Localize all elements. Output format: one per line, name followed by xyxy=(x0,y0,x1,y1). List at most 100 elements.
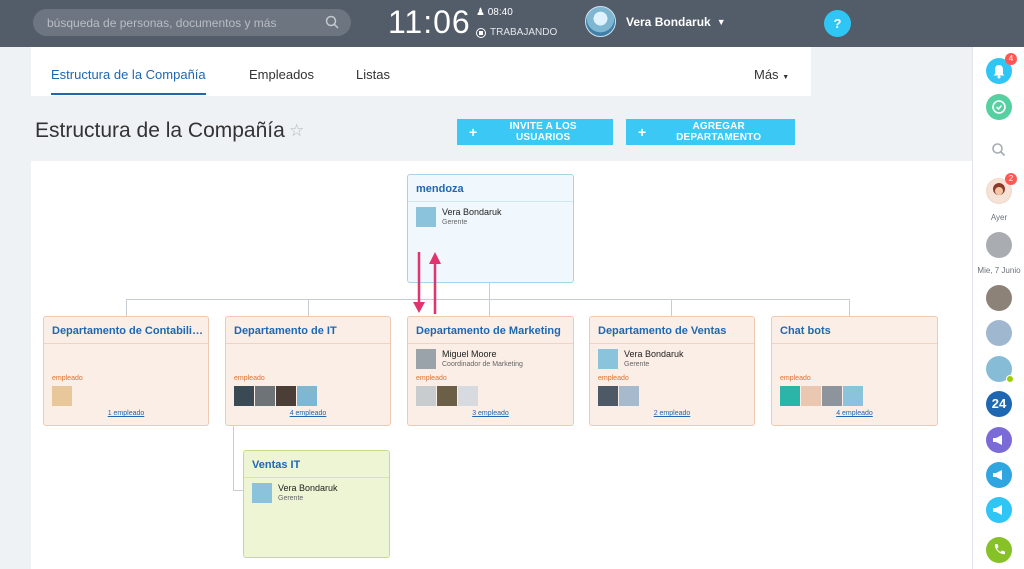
avatar[interactable] xyxy=(437,386,457,406)
head-name: Vera Bondaruk xyxy=(624,349,684,359)
add-department-label: AGREGAR DEPARTAMENTO xyxy=(676,121,762,143)
connector-line xyxy=(308,299,309,316)
divider xyxy=(244,477,389,478)
department-title[interactable]: Departamento de Contabilidad xyxy=(52,325,204,337)
head-role: Gerente xyxy=(442,219,468,226)
work-status[interactable]: TRABAJANDO xyxy=(476,27,557,38)
divider xyxy=(44,343,208,344)
avatar[interactable] xyxy=(458,386,478,406)
search-input[interactable] xyxy=(47,9,317,36)
avatar xyxy=(252,483,272,503)
department-title[interactable]: Departamento de IT xyxy=(234,325,337,337)
department-card-ventas-it[interactable]: Ventas IT Vera Bondaruk Gerente xyxy=(243,450,390,558)
employee-count-link[interactable]: 3 empleado xyxy=(408,410,573,417)
department-title[interactable]: Departamento de Marketing xyxy=(416,325,561,337)
avatar[interactable] xyxy=(52,386,72,406)
department-title[interactable]: mendoza xyxy=(416,183,464,195)
connector-line xyxy=(233,490,243,491)
brand-24-icon[interactable]: 24 xyxy=(986,391,1012,417)
department-card-marketing[interactable]: Departamento de Marketing Miguel Moore C… xyxy=(407,316,574,426)
contact-avatar[interactable] xyxy=(986,232,1012,258)
avatar[interactable] xyxy=(843,386,863,406)
avatar[interactable] xyxy=(297,386,317,406)
connector-line xyxy=(233,425,234,491)
search-icon[interactable] xyxy=(325,15,339,29)
department-title[interactable]: Chat bots xyxy=(780,325,831,337)
bot-icon[interactable] xyxy=(780,386,800,406)
head-role: Coordinador de Marketing xyxy=(442,361,523,368)
megaphone-icon[interactable] xyxy=(986,497,1012,523)
clock-time[interactable]: 11:06 xyxy=(388,4,471,41)
tab-bar: Estructura de la Compañía Empleados List… xyxy=(31,47,811,96)
head-name: Vera Bondaruk xyxy=(442,207,502,217)
divider xyxy=(408,201,573,202)
add-department-button[interactable]: + AGREGAR DEPARTAMENTO xyxy=(626,119,795,145)
user-menu[interactable]: Vera Bondaruk ▼ xyxy=(585,6,726,37)
employee-avatars xyxy=(52,386,72,406)
avatar xyxy=(585,6,616,37)
department-head[interactable]: Vera Bondaruk Gerente xyxy=(252,483,338,503)
avatar[interactable] xyxy=(801,386,821,406)
avatar[interactable] xyxy=(234,386,254,406)
head-role: Gerente xyxy=(278,495,304,502)
tab-lists[interactable]: Listas xyxy=(356,67,390,82)
star-icon[interactable]: ☆ xyxy=(289,121,304,141)
employee-count-link[interactable]: 4 empleado xyxy=(226,410,390,417)
contact-avatar[interactable] xyxy=(986,285,1012,311)
contact-avatar[interactable]: 2 xyxy=(986,173,1017,204)
employee-count-link[interactable]: 4 empleado xyxy=(772,410,937,417)
chat-badge: 2 xyxy=(1005,173,1017,185)
department-title[interactable]: Departamento de Ventas xyxy=(598,325,726,337)
avatar[interactable] xyxy=(255,386,275,406)
bell-icon[interactable]: 4 xyxy=(986,53,1017,84)
department-title[interactable]: Ventas IT xyxy=(252,459,300,471)
megaphone-icon[interactable] xyxy=(986,462,1012,488)
department-head[interactable]: Vera Bondaruk Gerente xyxy=(416,207,502,227)
department-head[interactable]: Vera Bondaruk Gerente xyxy=(598,349,684,369)
avatar[interactable] xyxy=(416,386,436,406)
drag-arrows xyxy=(413,252,441,314)
chat-icon[interactable] xyxy=(986,94,1012,120)
help-button[interactable]: ? xyxy=(824,10,851,37)
online-indicator xyxy=(1006,375,1014,383)
department-head[interactable]: Miguel Moore Coordinador de Marketing xyxy=(416,349,523,369)
avatar[interactable] xyxy=(619,386,639,406)
chevron-down-icon: ▼ xyxy=(782,74,790,81)
tab-active-indicator xyxy=(51,93,206,95)
divider xyxy=(408,343,573,344)
search-sidebar-icon[interactable] xyxy=(986,137,1012,163)
plus-icon: + xyxy=(638,124,647,140)
phone-icon[interactable] xyxy=(986,537,1012,563)
contact-avatar[interactable] xyxy=(986,356,1014,383)
employee-avatars xyxy=(234,386,317,406)
employee-avatars xyxy=(416,386,478,406)
plus-icon: + xyxy=(469,124,478,140)
tab-more[interactable]: Más ▼ xyxy=(754,67,789,82)
megaphone-icon[interactable] xyxy=(986,427,1012,453)
label-date: Mie, 7 Junio xyxy=(977,266,1021,275)
department-card-chat-bots[interactable]: Chat bots empleado 4 empleado xyxy=(771,316,938,426)
search-box[interactable] xyxy=(33,9,351,36)
avatar[interactable] xyxy=(822,386,842,406)
alarm-value: 08:40 xyxy=(487,7,513,18)
head-name: Miguel Moore xyxy=(442,349,497,359)
employee-count-link[interactable]: 1 empleado xyxy=(44,410,208,417)
alarm-icon: ♟ xyxy=(476,7,485,18)
stop-icon xyxy=(476,27,486,38)
department-card-it[interactable]: Departamento de IT empleado 4 empleado xyxy=(225,316,391,426)
invite-users-button[interactable]: + INVITE A LOS USUARIOS xyxy=(457,119,613,145)
avatar[interactable] xyxy=(598,386,618,406)
page-title: Estructura de la Compañía xyxy=(35,119,285,142)
tab-company-structure[interactable]: Estructura de la Compañía xyxy=(51,67,206,82)
employee-count-link[interactable]: 2 empleado xyxy=(590,410,754,417)
avatar[interactable] xyxy=(276,386,296,406)
contact-avatar[interactable] xyxy=(986,320,1012,346)
label-yesterday: Ayer xyxy=(990,213,1008,222)
department-card-accounting[interactable]: Departamento de Contabilidad empleado 1 … xyxy=(43,316,209,426)
employee-label: empleado xyxy=(234,375,265,382)
connector-line xyxy=(489,283,490,300)
right-sidebar: 4 2 Ayer Mie, 7 Junio 24 xyxy=(972,47,1024,569)
department-card-sales[interactable]: Departamento de Ventas Vera Bondaruk Ger… xyxy=(589,316,755,426)
tab-employees[interactable]: Empleados xyxy=(249,67,314,82)
employee-label: empleado xyxy=(598,375,629,382)
